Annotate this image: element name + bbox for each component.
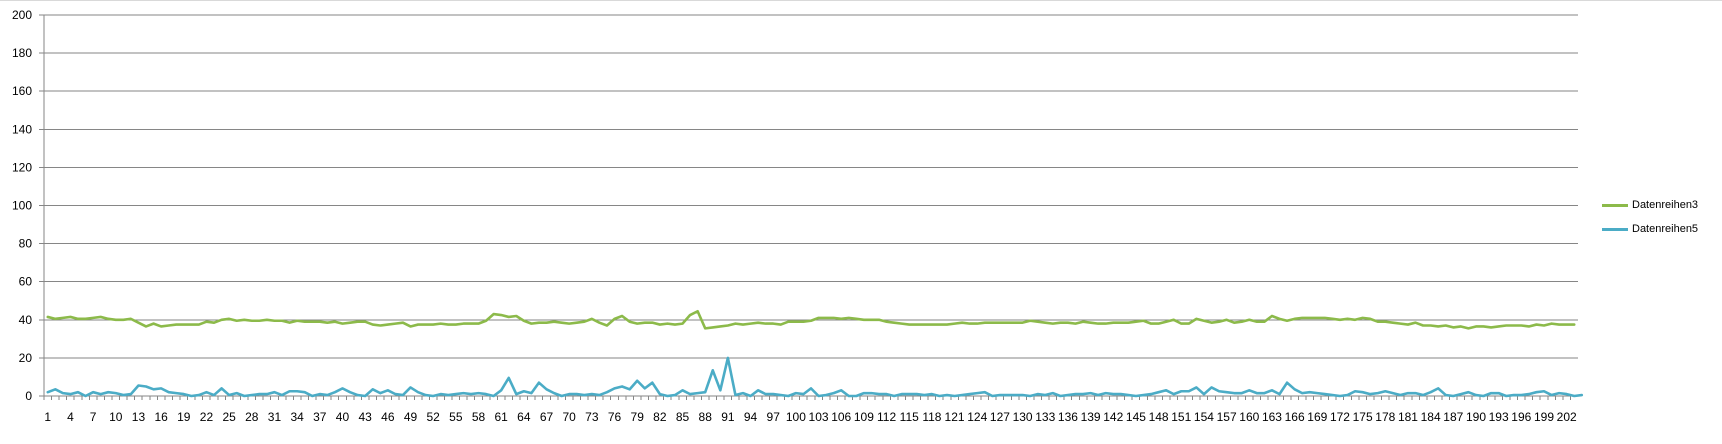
y-tick-label: 40 <box>19 313 33 327</box>
legend-item-series-1: Datenreihen3 <box>1602 197 1722 213</box>
y-tick-label: 60 <box>19 275 33 289</box>
gridlines <box>43 14 1578 397</box>
x-tick-label: 55 <box>449 410 463 424</box>
x-tick-label: 61 <box>494 410 508 424</box>
x-tick-label: 124 <box>967 410 987 424</box>
legend-item-series-2: Datenreihen5 <box>1602 221 1722 237</box>
x-tick-label: 25 <box>222 410 236 424</box>
x-tick-label: 178 <box>1375 410 1395 424</box>
x-tick-label: 133 <box>1035 410 1055 424</box>
y-tick-label: 80 <box>19 237 33 251</box>
y-tick-label: 0 <box>25 389 32 403</box>
x-tick-label: 58 <box>472 410 486 424</box>
x-tick-label: 43 <box>358 410 372 424</box>
x-tick-label: 121 <box>945 410 965 424</box>
x-tick-label: 151 <box>1171 410 1191 424</box>
x-tick-label: 64 <box>517 410 531 424</box>
x-tick-label: 166 <box>1285 410 1305 424</box>
x-tick-label: 88 <box>699 410 713 424</box>
x-tick-label: 97 <box>767 410 781 424</box>
x-tick-label: 100 <box>786 410 806 424</box>
x-tick-label: 184 <box>1421 410 1441 424</box>
x-tick-label: 37 <box>313 410 327 424</box>
x-tick-label: 16 <box>154 410 168 424</box>
x-tick-label: 196 <box>1511 410 1531 424</box>
sheet-top-border <box>0 0 1722 1</box>
y-tick-label: 160 <box>12 84 32 98</box>
x-tick-label: 163 <box>1262 410 1282 424</box>
x-tick-label: 34 <box>290 410 304 424</box>
x-tick-label: 136 <box>1058 410 1078 424</box>
x-tick-label: 118 <box>922 410 941 424</box>
x-tick-label: 82 <box>653 410 667 424</box>
x-tick-label: 31 <box>268 410 282 424</box>
x-axis-ticks: 1 4 7 10 13 16 19 22 25 28 31 34 37 40 43 46 49 52 55 58 61 6… <box>43 396 1577 424</box>
legend-label-series-1: Datenreihen3 <box>1632 199 1699 211</box>
x-tick-label: 202 <box>1557 410 1577 424</box>
x-tick-label: 172 <box>1330 410 1350 424</box>
x-tick-label: 175 <box>1353 410 1373 424</box>
x-tick-label: 130 <box>1013 410 1033 424</box>
line-chart-plot: 0 20 40 60 80 100 120 140 160 180 200 1 4 7 10 13 16 19 2… <box>12 8 1584 424</box>
x-tick-label: 193 <box>1489 410 1509 424</box>
x-tick-label: 1 <box>44 410 51 424</box>
y-axis-ticks: 0 20 40 60 80 100 120 140 160 180 200 <box>12 8 44 403</box>
legend-swatch-series-1 <box>1602 204 1628 207</box>
x-tick-label: 73 <box>585 410 599 424</box>
x-tick-label: 7 <box>90 410 97 424</box>
series-line-2 <box>46 356 1584 398</box>
legend-swatch-series-2 <box>1602 228 1628 231</box>
x-tick-label: 112 <box>877 410 896 424</box>
x-tick-label: 148 <box>1149 410 1169 424</box>
x-tick-label: 94 <box>744 410 758 424</box>
x-tick-label: 145 <box>1126 410 1146 424</box>
x-tick-label: 79 <box>631 410 645 424</box>
series-lines <box>46 309 1584 398</box>
y-tick-label: 180 <box>12 46 32 60</box>
x-tick-label: 187 <box>1443 410 1463 424</box>
x-tick-label: 160 <box>1239 410 1259 424</box>
x-tick-label: 154 <box>1194 410 1214 424</box>
x-tick-label: 19 <box>177 410 191 424</box>
legend-label-series-2: Datenreihen5 <box>1632 223 1699 235</box>
x-tick-label: 28 <box>245 410 259 424</box>
y-tick-label: 200 <box>12 8 32 22</box>
x-tick-label: 4 <box>67 410 74 424</box>
y-tick-label: 140 <box>12 122 32 136</box>
x-tick-label: 10 <box>109 410 123 424</box>
x-tick-label: 157 <box>1217 410 1237 424</box>
series-line-1 <box>46 309 1576 330</box>
x-tick-label: 106 <box>831 410 851 424</box>
x-tick-label: 169 <box>1307 410 1327 424</box>
x-tick-label: 109 <box>854 410 874 424</box>
y-tick-label: 120 <box>12 160 32 174</box>
x-tick-label: 103 <box>809 410 829 424</box>
x-tick-label: 49 <box>404 410 418 424</box>
chart: 0 20 40 60 80 100 120 140 160 180 200 1 4 7 10 13 16 19 2… <box>0 0 1722 439</box>
x-tick-label: 115 <box>900 410 919 424</box>
x-tick-label: 181 <box>1398 410 1418 424</box>
x-tick-label: 139 <box>1081 410 1101 424</box>
x-tick-label: 127 <box>990 410 1010 424</box>
x-tick-label: 70 <box>563 410 577 424</box>
x-tick-label: 76 <box>608 410 622 424</box>
x-tick-label: 67 <box>540 410 554 424</box>
x-tick-label: 13 <box>132 410 146 424</box>
y-tick-label: 20 <box>19 351 33 365</box>
y-tick-label: 100 <box>12 199 32 213</box>
x-tick-label: 199 <box>1534 410 1554 424</box>
x-tick-label: 142 <box>1103 410 1123 424</box>
x-tick-label: 52 <box>426 410 440 424</box>
x-tick-label: 85 <box>676 410 690 424</box>
x-tick-label: 91 <box>721 410 735 424</box>
x-tick-label: 190 <box>1466 410 1486 424</box>
x-tick-label: 40 <box>336 410 350 424</box>
x-tick-label: 22 <box>200 410 214 424</box>
x-tick-label: 46 <box>381 410 395 424</box>
